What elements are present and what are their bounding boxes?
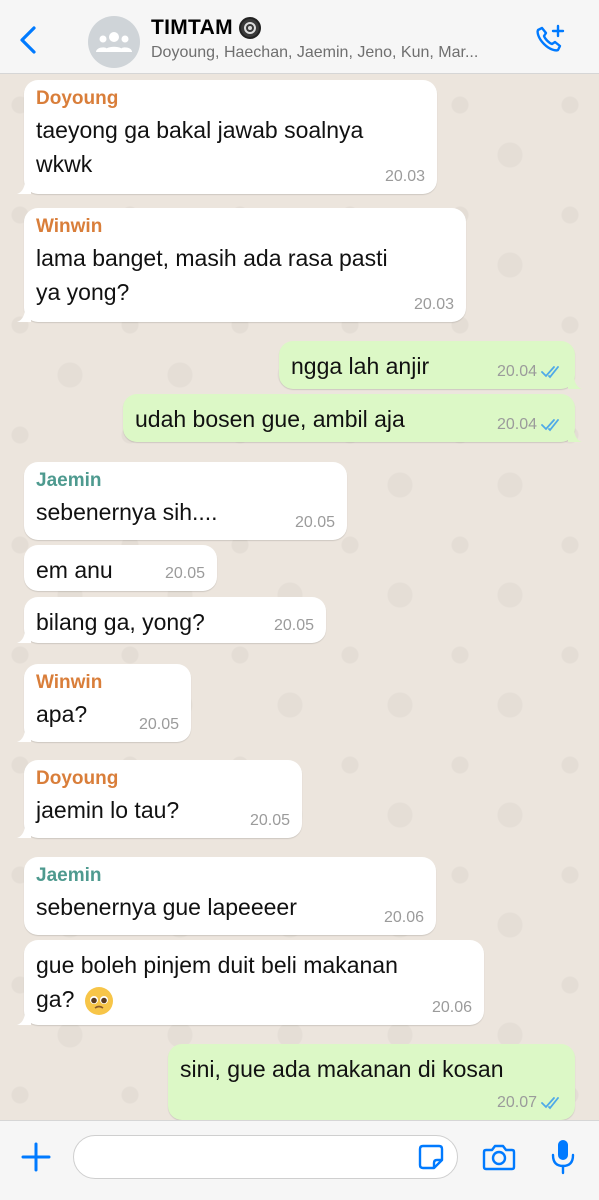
microphone-button[interactable]	[550, 1137, 576, 1177]
bubble-tail	[17, 728, 31, 742]
back-button[interactable]	[14, 22, 44, 58]
sticker-icon	[418, 1144, 444, 1170]
message-incoming[interactable]: Jaemin sebenernya sih.... 20.05	[24, 462, 347, 540]
message-text: ya yong?	[36, 279, 130, 305]
camera-icon	[482, 1144, 516, 1171]
bubble-tail	[17, 629, 31, 643]
chat-members: Doyoung, Haechan, Jaemin, Jeno, Kun, Mar…	[151, 44, 479, 61]
message-text: sini, gue ada makanan di kosan	[180, 1056, 504, 1082]
message-incoming[interactable]: Winwin apa? 20.05	[17, 664, 191, 742]
message-time: 20.06	[383, 909, 424, 926]
message-incoming[interactable]: Winwin lama banget, masih ada rasa pasti…	[17, 208, 466, 322]
bubble-tail	[568, 375, 582, 389]
message-time: 20.04	[497, 363, 563, 381]
bubble-tail	[17, 1011, 31, 1025]
message-input-bar	[0, 1120, 599, 1200]
double-check-icon	[541, 1097, 559, 1110]
message-text: gue boleh pinjem duit beli makanan	[36, 952, 398, 978]
pleading-face-emoji-icon	[84, 986, 113, 1015]
message-time: 20.05	[164, 565, 205, 582]
message-text: wkwk	[36, 151, 93, 177]
sender-name: Jaemin	[36, 470, 102, 491]
sticker-button[interactable]	[417, 1143, 445, 1171]
message-text-line: ga?	[36, 982, 472, 1016]
microphone-icon	[551, 1140, 575, 1175]
sender-name: Jaemin	[36, 865, 102, 886]
chevron-left-icon	[20, 26, 36, 54]
message-outgoing[interactable]: udah bosen gue, ambil aja 20.04	[123, 394, 582, 442]
message-text: ga?	[36, 986, 75, 1012]
bubble-tail	[17, 824, 31, 838]
message-time: 20.03	[384, 168, 425, 185]
chat-header: TIMTAM Doyoung, Haechan, Jaemin, Jeno, K…	[0, 0, 599, 74]
camera-button[interactable]	[482, 1141, 516, 1173]
message-time: 20.07	[497, 1094, 563, 1112]
message-time: 20.05	[294, 514, 335, 531]
tire-emoji-icon	[238, 17, 261, 39]
group-avatar-icon	[96, 32, 132, 52]
message-incoming[interactable]: em anu 20.05	[24, 545, 217, 591]
message-incoming[interactable]: bilang ga, yong? 20.05	[17, 597, 326, 643]
message-text: taeyong ga bakal jawab soalnya	[36, 117, 364, 143]
sender-name: Winwin	[36, 216, 103, 237]
attach-button[interactable]	[18, 1139, 54, 1175]
add-call-icon	[536, 24, 565, 52]
message-time: 20.05	[273, 617, 314, 634]
sender-name: Doyoung	[36, 768, 119, 789]
message-input[interactable]	[73, 1135, 458, 1179]
message-incoming[interactable]: Jaemin sebenernya gue lapeeeer 20.06	[24, 857, 436, 935]
message-incoming[interactable]: gue boleh pinjem duit beli makanan ga? 2…	[17, 940, 484, 1025]
message-text: bilang ga, yong?	[36, 609, 205, 635]
double-check-icon	[541, 366, 559, 379]
group-avatar[interactable]	[88, 16, 140, 68]
message-time: 20.05	[249, 812, 290, 829]
message-incoming[interactable]: Doyoung jaemin lo tau? 20.05	[17, 760, 302, 838]
bubble-tail	[568, 428, 582, 442]
bubble-tail	[17, 180, 31, 194]
message-outgoing[interactable]: ngga lah anjir 20.04	[279, 341, 582, 389]
message-time: 20.03	[413, 296, 454, 313]
chat-title-area[interactable]: TIMTAM Doyoung, Haechan, Jaemin, Jeno, K…	[151, 16, 521, 62]
plus-icon	[21, 1142, 51, 1172]
bubble-tail	[17, 308, 31, 322]
double-check-icon	[541, 419, 559, 432]
message-incoming[interactable]: Doyoung taeyong ga bakal jawab soalnya w…	[17, 80, 437, 194]
message-text: sebenernya gue lapeeeer	[36, 894, 297, 920]
add-call-button[interactable]	[530, 22, 570, 58]
chat-messages[interactable]: Doyoung taeyong ga bakal jawab soalnya w…	[0, 75, 599, 1120]
message-time: 20.05	[138, 716, 179, 733]
message-text: sebenernya sih....	[36, 499, 218, 525]
message-time: 20.06	[431, 999, 472, 1016]
message-outgoing[interactable]: sini, gue ada makanan di kosan 20.07	[168, 1044, 575, 1120]
message-text: lama banget, masih ada rasa pasti	[36, 245, 388, 271]
message-time: 20.04	[497, 416, 563, 434]
sender-name: Doyoung	[36, 88, 119, 109]
chat-title: TIMTAM	[151, 16, 233, 39]
sender-name: Winwin	[36, 672, 103, 693]
